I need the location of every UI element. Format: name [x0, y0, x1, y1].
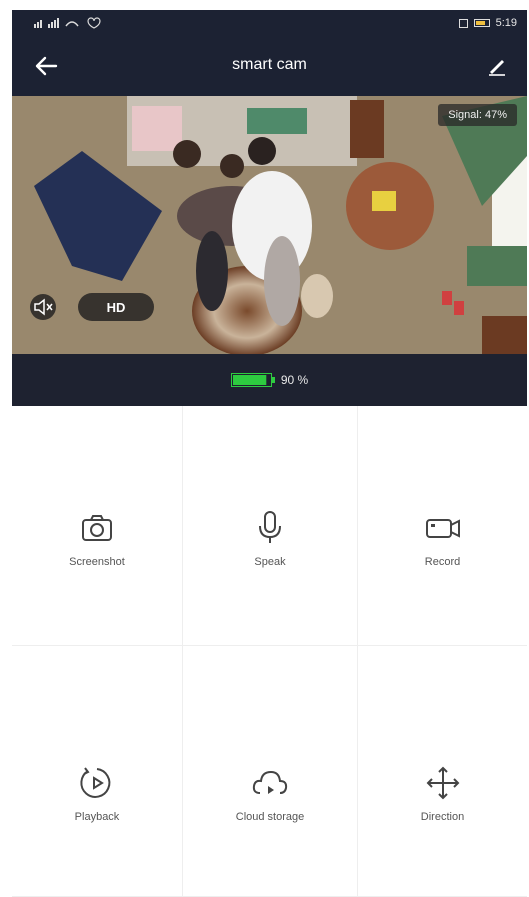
video-camera-icon — [425, 518, 460, 538]
signal-strength-badge: Signal: 47% — [438, 104, 517, 126]
camera-live-view[interactable]: Signal: 47% HD — [12, 96, 527, 354]
direction-label: Direction — [420, 811, 465, 823]
nav-bar: smart cam — [12, 36, 527, 96]
cloud-storage-button[interactable]: Cloud storage — [183, 646, 358, 897]
playback-button[interactable]: Playback — [12, 646, 183, 897]
camera-icon — [82, 514, 112, 541]
playback-icon — [80, 767, 111, 798]
cloud-storage-label: Cloud storage — [235, 811, 305, 823]
status-bar: 5:19 — [12, 10, 527, 36]
direction-button[interactable]: Direction — [358, 646, 527, 897]
cloud-storage-icon — [252, 770, 288, 794]
signal-icon — [34, 17, 101, 29]
screenshot-button[interactable]: Screenshot — [12, 406, 183, 646]
battery-status-bar: 90 % — [12, 354, 527, 406]
speak-button[interactable]: Speak — [183, 406, 358, 646]
direction-icon — [426, 766, 459, 800]
screenshot-label: Screenshot — [69, 555, 125, 568]
battery-percent: 90 % — [280, 373, 309, 387]
app-frame: 5:19 smart cam Signal: 47% HD 90 % Scree… — [12, 10, 527, 897]
battery-mini-icon — [473, 19, 490, 27]
battery-icon — [230, 373, 275, 387]
edit-pencil-icon[interactable] — [485, 54, 509, 78]
status-right: 5:19 — [458, 17, 517, 29]
notification-icon — [458, 18, 468, 28]
status-time: 5:19 — [495, 17, 517, 29]
microphone-icon — [259, 510, 281, 543]
speaker-mute-icon[interactable] — [26, 293, 60, 321]
page-title: smart cam — [232, 56, 307, 73]
speak-label: Speak — [254, 555, 286, 568]
hd-quality-button[interactable]: HD — [78, 293, 154, 321]
action-grid: Screenshot Speak Record Playback Cloud s… — [12, 406, 527, 897]
record-button[interactable]: Record — [358, 406, 527, 646]
status-signal-icons — [34, 17, 114, 29]
record-label: Record — [424, 555, 461, 568]
playback-label: Playback — [74, 811, 120, 823]
